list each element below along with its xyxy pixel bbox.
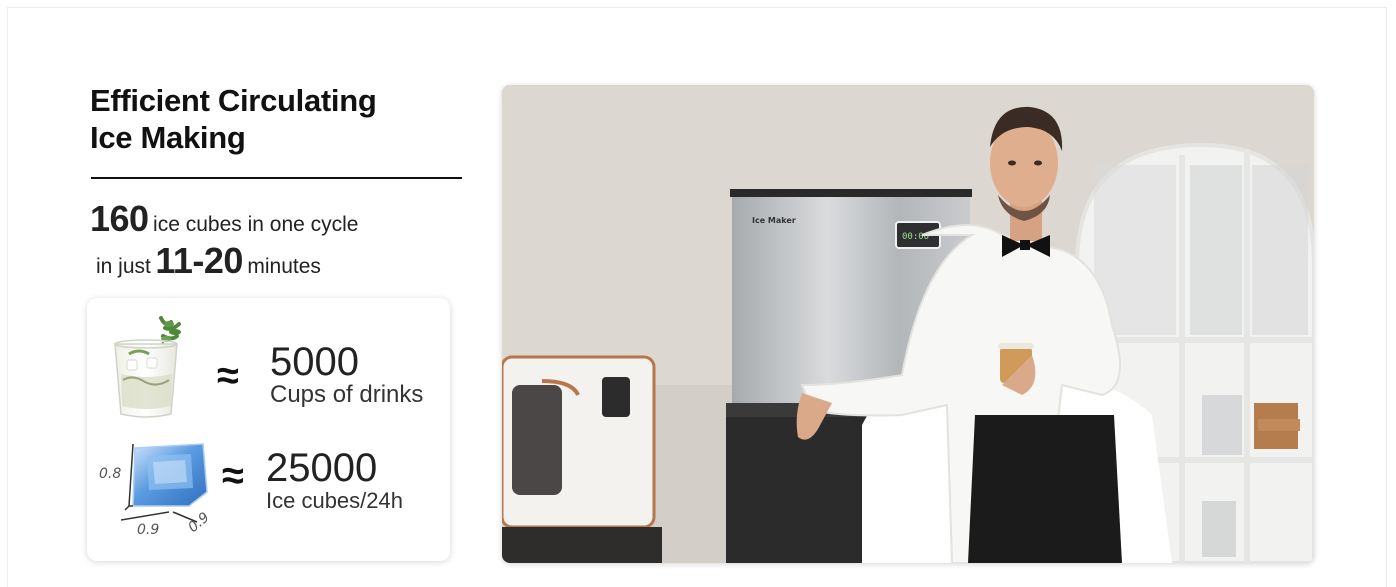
title-divider	[91, 177, 462, 179]
ice-maker-brand: Ice Maker	[752, 216, 796, 225]
cocktail-glass-icon	[114, 316, 181, 418]
title-line-2: Ice Making	[90, 120, 246, 155]
ice-value: 25000	[266, 446, 378, 490]
approx-symbol-drinks: ≈	[217, 354, 239, 398]
ice-unit: Ice cubes/24h	[266, 488, 403, 513]
ice-dim-height: 0.8	[99, 466, 121, 482]
cycle-stat: 160 ice cubes in one cycle	[90, 198, 358, 240]
title-line-1: Efficient Circulating	[90, 83, 377, 118]
time-stat: in just 11-20 minutes	[96, 240, 321, 282]
bartender-scene-illustration: 00:00 Ice Maker	[502, 85, 1314, 563]
drinks-unit: Cups of drinks	[270, 381, 424, 408]
minutes-text: minutes	[247, 255, 321, 278]
ice-dim-width: 0.9	[137, 522, 159, 536]
ice-cube-icon: 0.8 0.9 0.9	[99, 443, 213, 536]
ice-dim-depth: 0.9	[185, 509, 212, 536]
ice-value-group: 25000 Ice cubes/24h	[266, 448, 403, 514]
minutes-value: 11-20	[155, 240, 243, 281]
cubes-count: 160	[90, 198, 149, 239]
page-title: Efficient Circulating Ice Making	[90, 82, 460, 156]
drinks-value: 5000	[270, 340, 359, 384]
in-just-text: in just	[96, 255, 151, 278]
product-photo: 00:00 Ice Maker	[502, 85, 1314, 563]
cubes-text: ice cubes in one cycle	[153, 213, 359, 236]
capacity-card: ≈ 5000 Cups of drinks 0.8 0.9 0.9 ≈ 2500…	[87, 298, 450, 561]
drinks-value-group: 5000 Cups of drinks	[270, 342, 423, 408]
approx-symbol-ice: ≈	[222, 454, 244, 498]
